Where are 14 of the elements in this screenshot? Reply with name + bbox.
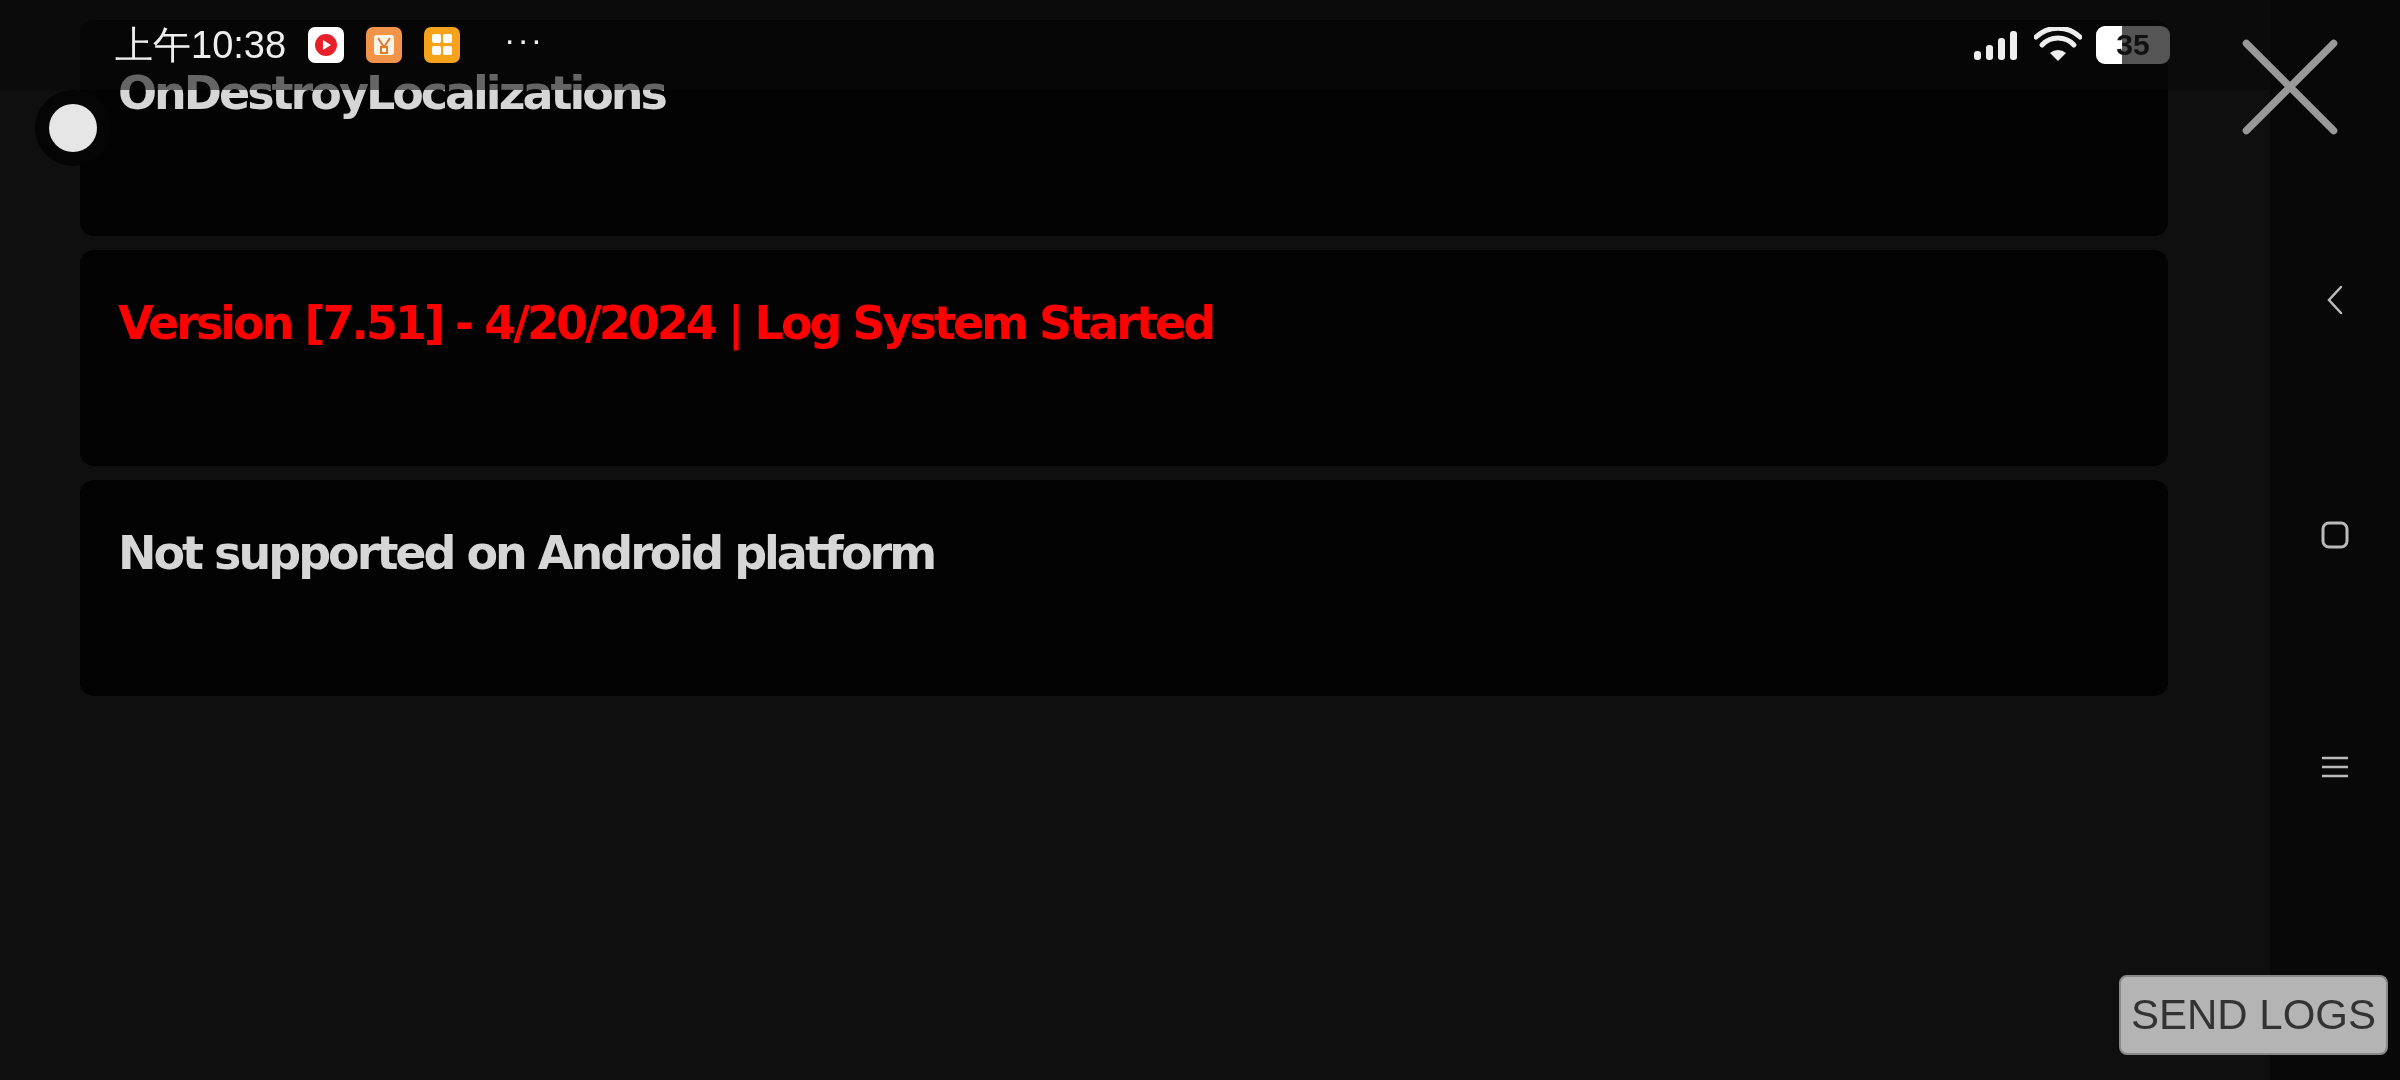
- wifi-icon: [2034, 27, 2082, 63]
- more-notifications: ···: [504, 19, 545, 59]
- grid-app-icon: [424, 27, 461, 63]
- back-icon[interactable]: [2325, 285, 2345, 315]
- send-logs-button[interactable]: SEND LOGS: [2118, 975, 2388, 1055]
- log-text: Not supported on Android platform: [118, 526, 935, 580]
- pendant-app-icon: [366, 27, 403, 63]
- square-icon[interactable]: [2320, 520, 2350, 550]
- menu-icon[interactable]: [2320, 755, 2350, 779]
- signal-icon: [1972, 29, 2020, 61]
- log-text: Version [7.51] - 4/20/2024 | Log System Started: [118, 296, 1214, 350]
- status-time: 上午10:38: [115, 22, 287, 68]
- play-app-icon: [308, 27, 345, 63]
- log-text: OnDestroyLocalizations: [118, 66, 665, 120]
